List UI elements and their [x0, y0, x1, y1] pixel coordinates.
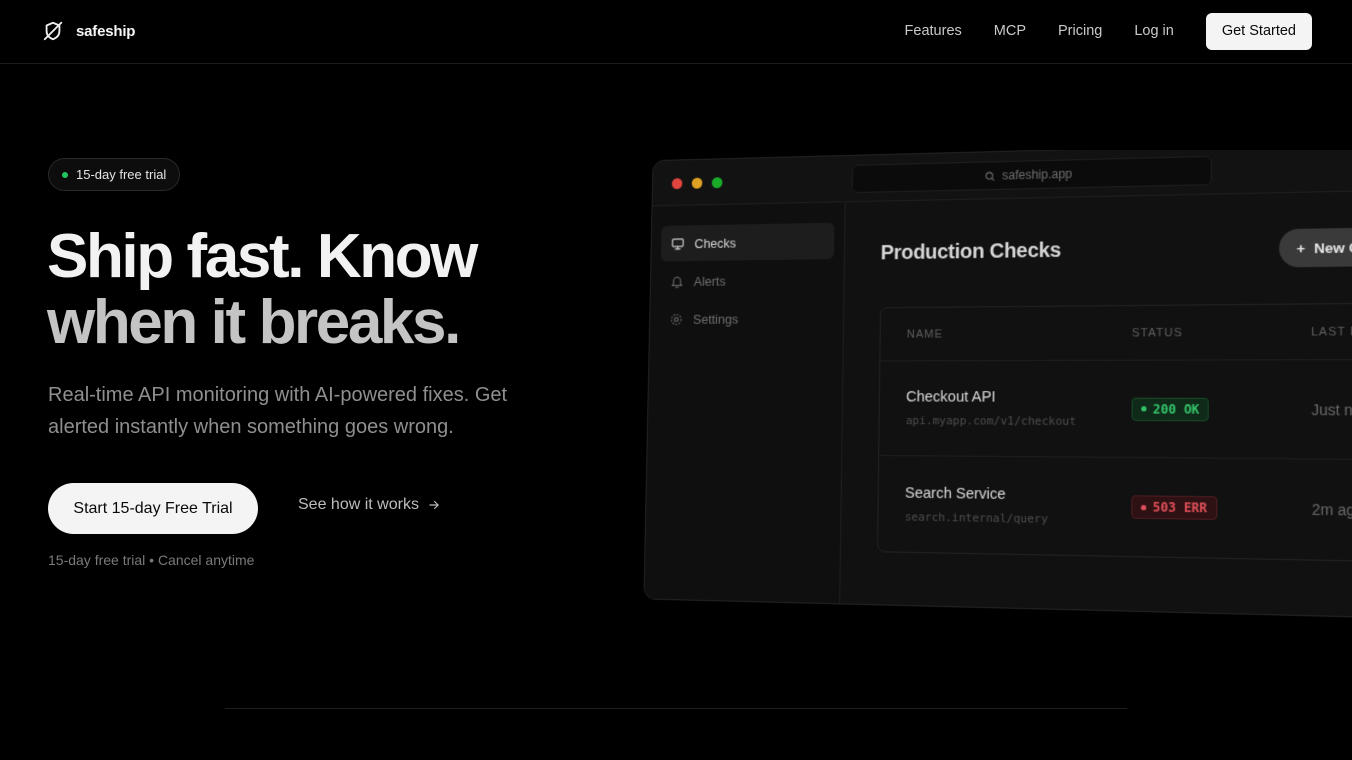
window-controls	[671, 177, 723, 190]
gear-icon	[670, 313, 681, 325]
check-status-cell: 200 OK	[1131, 397, 1312, 421]
app-main: Production Checks + New Check NAME STATU…	[840, 189, 1352, 620]
nav-link-login[interactable]: Log in	[1134, 13, 1174, 50]
check-status-cell: 503 ERR	[1131, 495, 1312, 521]
check-name-cell: Search Service search.internal/query	[905, 485, 1132, 527]
hero-headline: Ship fast. Know when it breaks.	[47, 224, 607, 356]
maximize-dot-icon	[711, 177, 723, 189]
column-header-last-run[interactable]: LAST RUN	[1311, 324, 1352, 338]
minimize-dot-icon	[691, 177, 703, 189]
status-badge-label: 503 ERR	[1152, 499, 1208, 516]
nav-links: Features MCP Pricing Log in Get Started	[905, 13, 1312, 50]
see-how-it-works-label: See how it works	[298, 496, 419, 513]
address-bar[interactable]: safeship.app	[851, 155, 1212, 194]
app-window: safeship.app Checks Alerts Settings Prod…	[643, 150, 1352, 620]
check-name-cell: Checkout API api.myapp.com/v1/checkout	[906, 389, 1132, 428]
column-header-status[interactable]: STATUS	[1132, 325, 1311, 339]
status-badge: 503 ERR	[1131, 495, 1217, 520]
status-dot	[1140, 504, 1147, 510]
sidebar-item-settings[interactable]: Settings	[659, 300, 833, 338]
checks-table: NAME STATUS LAST RUN Checkout API api.my…	[877, 301, 1352, 565]
see-how-it-works-link[interactable]: See how it works	[298, 496, 441, 514]
get-started-button[interactable]: Get Started	[1205, 13, 1312, 50]
trial-badge-label: 15-day free trial	[76, 167, 167, 182]
app-preview: safeship.app Checks Alerts Settings Prod…	[628, 150, 1352, 620]
address-text: safeship.app	[1002, 166, 1073, 183]
brand-logo[interactable]: safeship	[42, 20, 135, 42]
section-divider	[225, 708, 1127, 709]
nav-link-features[interactable]: Features	[905, 13, 962, 50]
table-header: NAME STATUS LAST RUN	[880, 302, 1352, 362]
sidebar-item-alerts[interactable]: Alerts	[660, 261, 834, 299]
sidebar-item-label: Settings	[692, 311, 739, 327]
status-dot	[1141, 406, 1147, 412]
plus-icon: +	[1296, 239, 1306, 257]
column-header-name[interactable]: NAME	[907, 327, 1132, 341]
search-icon	[985, 170, 996, 182]
last-run-cell: Just now	[1311, 400, 1352, 419]
start-trial-button[interactable]: Start 15-day Free Trial	[48, 483, 258, 534]
status-dot	[62, 171, 68, 178]
headline-line-1: Ship fast. Know	[47, 222, 478, 291]
shield-slash-icon	[43, 21, 63, 41]
status-badge-label: 200 OK	[1152, 401, 1200, 417]
check-name: Checkout API	[905, 389, 996, 406]
nav-link-pricing[interactable]: Pricing	[1058, 13, 1102, 50]
close-dot-icon	[671, 178, 683, 190]
last-run-cell: 2m ago	[1311, 500, 1352, 519]
table-row[interactable]: Checkout API api.myapp.com/v1/checkout 2…	[879, 359, 1352, 462]
arrow-right-icon	[429, 500, 439, 510]
new-check-label: New Check	[1313, 238, 1352, 256]
sidebar-item-label: Alerts	[693, 273, 726, 289]
fine-print: 15-day free trial • Cancel anytime	[48, 552, 255, 568]
sidebar-item-label: Checks	[694, 234, 737, 251]
bell-icon	[672, 276, 683, 288]
new-check-button[interactable]: + New Check	[1279, 226, 1352, 268]
check-url: api.myapp.com/v1/checkout	[905, 413, 1077, 429]
table-row[interactable]: Search Service search.internal/query 503…	[878, 456, 1352, 564]
check-name: Search Service	[904, 484, 1006, 503]
hero-subtitle: Real-time API monitoring with AI-powered…	[48, 384, 508, 438]
top-nav: safeship Features MCP Pricing Log in Get…	[0, 0, 1352, 64]
nav-link-mcp[interactable]: MCP	[994, 13, 1026, 50]
brand-name: safeship	[76, 22, 136, 40]
monitor-icon	[671, 236, 686, 251]
trial-badge: 15-day free trial	[48, 158, 181, 191]
app-sidebar: Checks Alerts Settings	[644, 202, 846, 604]
check-url: search.internal/query	[904, 509, 1048, 526]
status-badge: 200 OK	[1131, 397, 1210, 421]
sidebar-item-checks[interactable]: Checks	[660, 222, 835, 262]
headline-line-2: when it breaks.	[47, 288, 461, 357]
